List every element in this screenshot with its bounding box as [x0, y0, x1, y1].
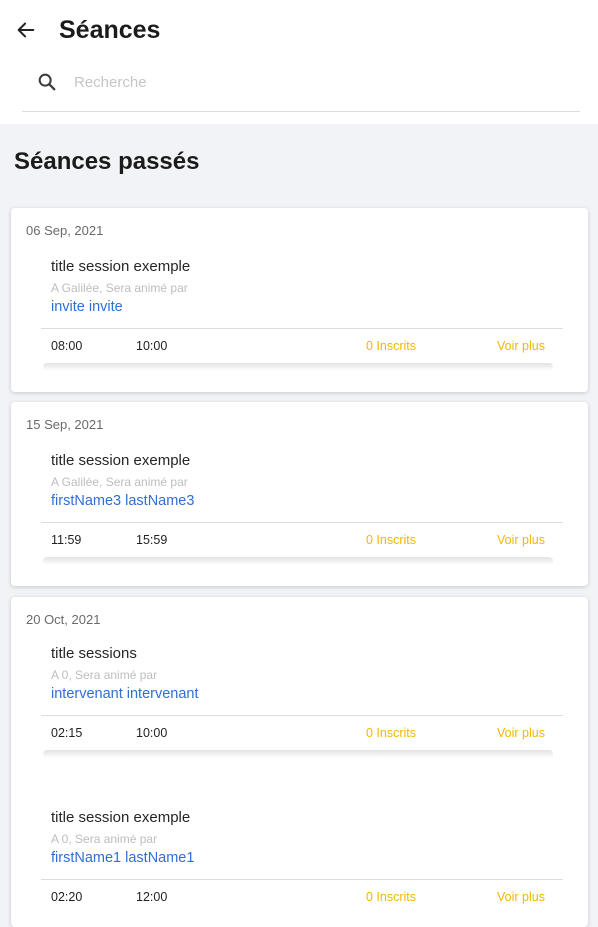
session-host-link[interactable]: invite invite [51, 299, 123, 315]
group-date: 20 Oct, 2021 [26, 612, 101, 627]
search-input[interactable] [74, 66, 554, 98]
item-shadow [43, 363, 553, 371]
arrow-left-icon [17, 22, 35, 38]
session-title: title session exemple [51, 258, 191, 275]
session-start-time: 02:15 [51, 726, 83, 740]
session-title: title sessions [51, 645, 137, 662]
divider [41, 715, 563, 716]
group-date: 15 Sep, 2021 [26, 417, 104, 432]
session-host-link[interactable]: intervenant intervenant [51, 686, 199, 702]
session-group-card: 15 Sep, 2021 title session exemple A Gal… [11, 402, 588, 586]
divider [41, 522, 563, 523]
session-group-card: 06 Sep, 2021 title session exemple A Gal… [11, 208, 588, 392]
search-icon [38, 73, 56, 91]
registered-count: 0 Inscrits [366, 533, 417, 547]
session-end-time: 10:00 [136, 726, 168, 740]
group-date: 06 Sep, 2021 [26, 223, 104, 238]
registered-count: 0 Inscrits [366, 339, 417, 353]
session-end-time: 15:59 [136, 533, 168, 547]
registered-count: 0 Inscrits [366, 726, 417, 740]
divider [41, 879, 563, 880]
see-more-button[interactable]: Voir plus [497, 339, 545, 353]
registered-count: 0 Inscrits [366, 890, 417, 904]
session-title: title session exemple [51, 809, 191, 826]
session-start-time: 11:59 [51, 533, 82, 547]
see-more-button[interactable]: Voir plus [497, 890, 545, 904]
session-location: A Galilée, Sera animé par [51, 475, 188, 489]
session-start-time: 08:00 [51, 339, 83, 353]
see-more-button[interactable]: Voir plus [497, 533, 545, 547]
session-host-link[interactable]: firstName3 lastName3 [51, 493, 194, 509]
divider [41, 328, 563, 329]
page-title: Séances [59, 16, 161, 44]
search-bar[interactable] [22, 62, 580, 112]
app-header: Séances [0, 0, 598, 124]
session-end-time: 10:00 [136, 339, 168, 353]
see-more-button[interactable]: Voir plus [497, 726, 545, 740]
session-start-time: 02:20 [51, 890, 83, 904]
item-shadow [43, 557, 553, 565]
session-location: A Galilée, Sera animé par [51, 281, 188, 295]
item-shadow [43, 750, 553, 758]
section-title: Séances passés [14, 148, 200, 175]
session-end-time: 12:00 [136, 890, 168, 904]
back-button[interactable] [10, 14, 42, 46]
session-location: A 0, Sera animé par [51, 832, 158, 846]
session-location: A 0, Sera animé par [51, 668, 158, 682]
session-title: title session exemple [51, 452, 191, 469]
session-host-link[interactable]: firstName1 lastName1 [51, 850, 194, 866]
session-group-card: 20 Oct, 2021 title sessions A 0, Sera an… [11, 597, 588, 927]
